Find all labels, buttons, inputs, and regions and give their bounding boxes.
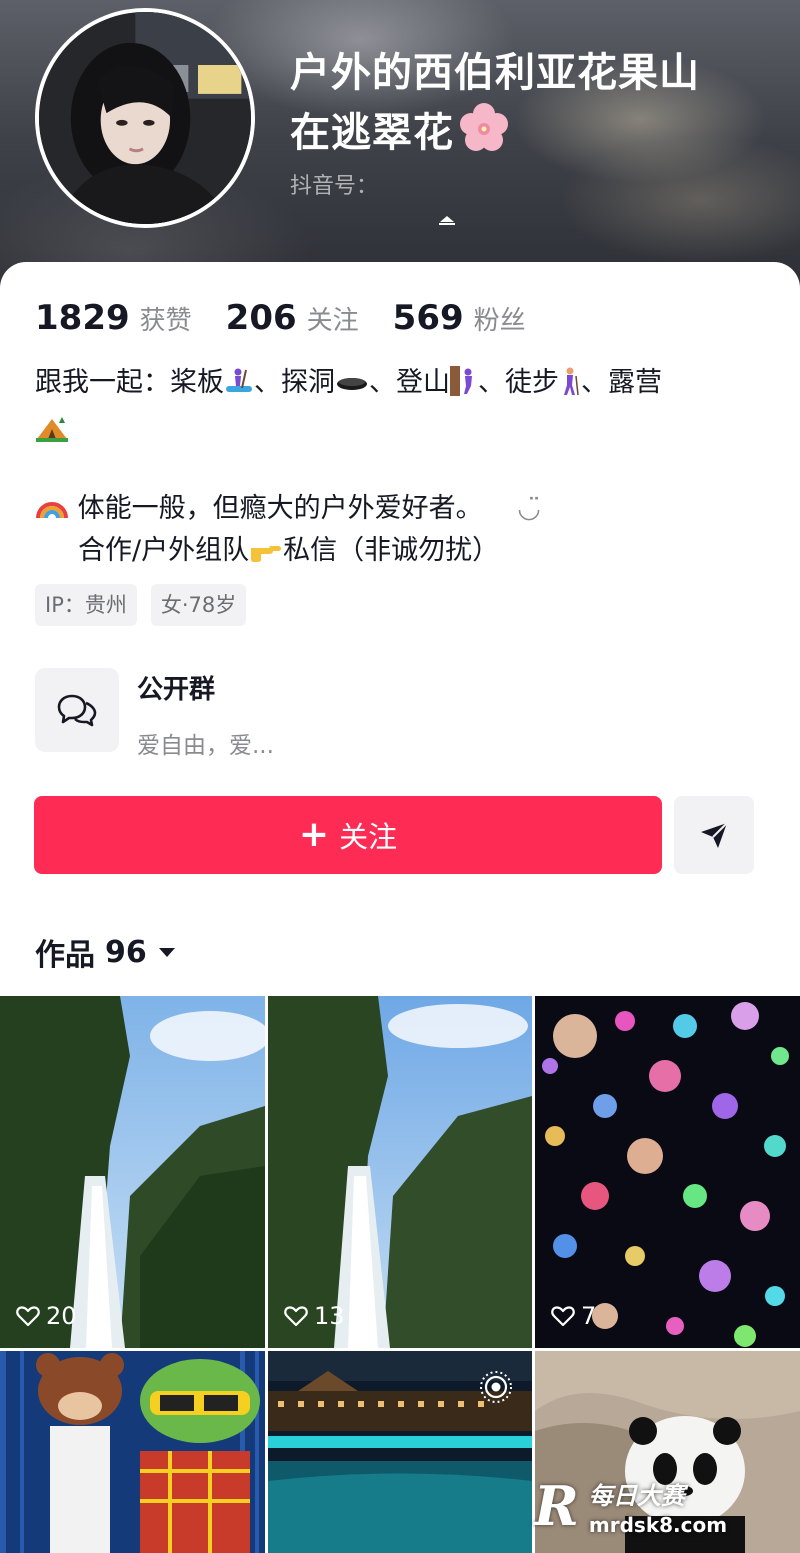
send-icon [701,822,728,848]
like-count: 20 [16,1302,77,1330]
blossom-icon [458,102,510,170]
paddleboard-icon [224,366,254,409]
likes-label: 获赞 [139,306,192,336]
follow-button[interactable]: + 关注 [34,796,662,874]
follow-label: 关注 [339,820,398,854]
heart-icon [16,1306,40,1327]
likes-count: 1829 [35,298,130,338]
group-title: 公开群 [137,675,216,705]
followers-label: 粉丝 [473,306,526,336]
ip-tag: IP：贵州 [35,584,137,626]
stat-likes[interactable]: 1829 获赞 [35,298,192,338]
hiker-icon [559,366,581,409]
waterfall-thumbnail [0,996,265,1348]
avatar[interactable] [35,8,255,228]
bio-line1: 跟我一起：桨板 、探洞 、登山 、徒步 、露营 [35,362,765,456]
video-tile[interactable]: 7 [535,996,800,1348]
video-tile[interactable]: 20 [0,996,265,1348]
following-count: 206 [225,298,297,338]
pointing-hand-icon [249,534,283,577]
mascots-thumbnail [0,1351,265,1553]
stat-following[interactable]: 206 关注 [226,298,359,338]
group-chat-icon [35,668,119,752]
message-button[interactable] [674,796,754,874]
climber-icon [450,366,478,409]
caret-down-icon [158,948,175,957]
bio-line3: 合作/户外组队 私信（非诚勿扰） [78,530,499,577]
profile-card: 1829 获赞 206 关注 569 粉丝 跟我一起：桨板 、探洞 、登山 、徒步 、露… [0,262,800,997]
tag-row: IP：贵州 女·78岁 [35,584,260,626]
stat-followers[interactable]: 569 粉丝 [393,298,526,338]
nickname: 户外的西伯利亚花果山 在逃翠花 [290,44,780,170]
avatar-photo [39,12,251,224]
public-group-entry[interactable]: 公开群 爱自由，爱... [35,668,274,760]
heart-icon [551,1306,575,1327]
group-desc: 爱自由，爱... [137,733,274,759]
watermark-url: mrdsk8.com [588,1512,728,1537]
video-tile[interactable]: 13 [268,996,532,1348]
followers-count: 569 [392,298,464,338]
waterfall-thumbnail [268,996,532,1348]
rainbow-icon [35,492,69,535]
plus-icon: + [298,814,330,855]
following-label: 关注 [306,306,359,336]
heart-icon [284,1306,308,1327]
douyin-id[interactable]: 抖音号： [290,168,378,200]
nickname-line1: 户外的西伯利亚花果山 [290,50,700,96]
like-count: 7 [551,1302,596,1330]
jellyfish-thumbnail [535,996,800,1348]
works-label: 作品 [35,938,95,973]
works-tab[interactable]: 作品 96 [35,930,177,974]
nickname-line2: 在逃翠花 [290,110,454,156]
watermark-name: 每日大赛 [588,1481,685,1510]
watermark: R 每日大赛 mrdsk8.com [534,1470,794,1542]
gender-age-tag: 女·78岁 [150,584,247,626]
video-tile[interactable] [268,1351,532,1553]
like-count: 13 [284,1302,345,1330]
stats-row: 1829 获赞 206 关注 569 粉丝 [35,298,560,338]
bio-line2: 体能一般，但瘾大的户外爱好者。 ◡̈ [35,488,765,535]
works-count: 96 [105,934,147,970]
expand-icon[interactable] [436,212,458,226]
video-tile[interactable] [0,1351,265,1553]
live-photo-icon [480,1371,512,1403]
profile-cover: 户外的西伯利亚花果山 在逃翠花 抖音号： [0,0,800,300]
camping-icon [35,413,69,456]
watermark-logo: R [534,1474,579,1538]
hole-icon [335,366,369,409]
